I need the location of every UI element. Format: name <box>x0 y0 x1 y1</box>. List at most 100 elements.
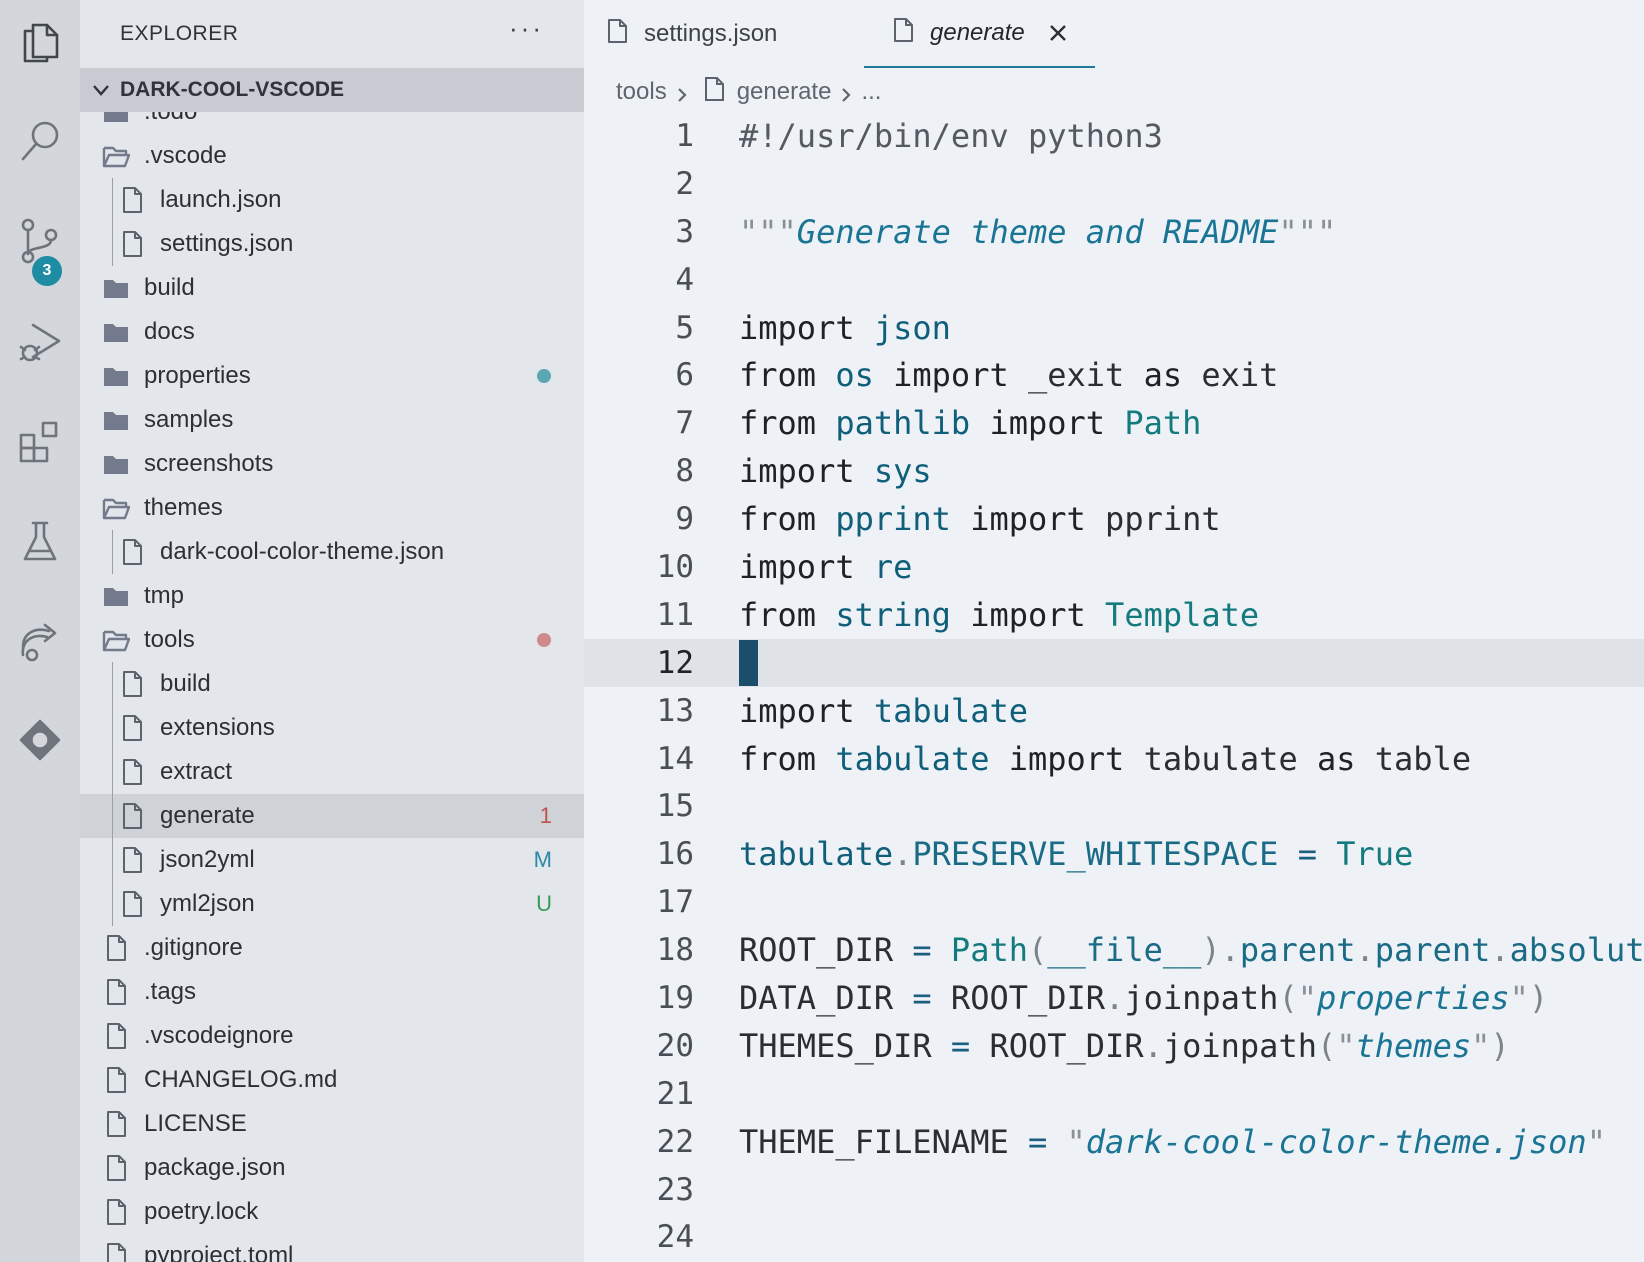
indent-guide <box>112 794 113 838</box>
code-line[interactable]: 17 <box>584 878 1644 926</box>
tree-item[interactable]: build <box>80 662 584 706</box>
line-number: 18 <box>656 932 694 969</box>
tree-item-label: properties <box>144 362 251 389</box>
tree-item[interactable]: poetry.lock <box>80 1190 584 1234</box>
tree-item[interactable]: json2yml M <box>80 838 584 882</box>
code-line[interactable]: 7 from pathlib import Path <box>584 399 1644 447</box>
code-line[interactable]: 20 THEMES_DIR = ROOT_DIR.joinpath("themes… <box>584 1022 1644 1070</box>
line-number: 24 <box>656 1219 694 1256</box>
chevron-right-icon <box>673 83 691 102</box>
tree-item[interactable]: samples <box>80 398 584 442</box>
tree-item[interactable]: settings.json <box>80 222 584 266</box>
tree-item[interactable]: build <box>80 266 584 310</box>
code-line[interactable]: 18 ROOT_DIR = Path(__file__).parent.paren… <box>584 926 1644 974</box>
file-icon <box>697 76 737 109</box>
code-line[interactable]: 23 <box>584 1166 1644 1214</box>
tree-item[interactable]: extensions <box>80 706 584 750</box>
code-line[interactable]: 19 DATA_DIR = ROOT_DIR.joinpath("properti… <box>584 974 1644 1022</box>
breadcrumb-folder[interactable]: tools <box>616 78 667 106</box>
tree-item[interactable]: dark-cool-color-theme.json <box>80 530 584 574</box>
close-icon[interactable] <box>1047 22 1069 44</box>
code-line[interactable]: 1 #!/usr/bin/env python3 <box>584 112 1644 160</box>
code-token: import <box>739 308 855 347</box>
tree-item[interactable]: generate 1 <box>80 794 584 838</box>
code-token: . <box>1143 1026 1163 1065</box>
code-line[interactable]: 10 import re <box>584 543 1644 591</box>
tab-label: settings.json <box>644 20 778 47</box>
code-token: exit <box>1182 356 1279 395</box>
tree-item[interactable]: yml2json U <box>80 882 584 926</box>
breadcrumb-more[interactable]: ... <box>861 78 881 106</box>
extensions-icon[interactable] <box>0 402 80 482</box>
tree-item[interactable]: tmp <box>80 574 584 618</box>
tree-item-label: yml2json <box>160 890 255 917</box>
code-line[interactable]: 3 """Generate theme and README""" <box>584 208 1644 256</box>
code-text: import tabulate <box>739 692 1028 730</box>
more-actions-icon[interactable]: ··· <box>509 13 544 44</box>
code-line[interactable]: 22 THEME_FILENAME = "dark-cool-color-them… <box>584 1118 1644 1166</box>
tree-item[interactable]: launch.json <box>80 178 584 222</box>
tree-item[interactable]: tools <box>80 618 584 662</box>
tree-item[interactable]: properties <box>80 354 584 398</box>
tree-item[interactable]: package.json <box>80 1146 584 1190</box>
chevron-right-icon <box>837 83 855 102</box>
tree-item[interactable]: CHANGELOG.md <box>80 1058 584 1102</box>
tree-item[interactable]: themes <box>80 486 584 530</box>
file-icon <box>118 890 146 918</box>
tree-item[interactable]: LICENSE <box>80 1102 584 1146</box>
code-line[interactable]: 14 from tabulate import tabulate as table <box>584 735 1644 783</box>
code-line[interactable]: 15 <box>584 782 1644 830</box>
remote-icon[interactable] <box>0 602 80 682</box>
indent-guide <box>112 706 113 750</box>
code-line[interactable]: 13 import tabulate <box>584 687 1644 735</box>
search-icon[interactable] <box>0 100 80 180</box>
tree-item-label: samples <box>144 406 234 433</box>
folder-icon <box>102 450 130 478</box>
line-number: 23 <box>656 1171 694 1208</box>
modified-dot <box>537 369 551 383</box>
tab-generate[interactable]: generate <box>864 0 1095 68</box>
tree-item[interactable]: pyproject.toml <box>80 1234 584 1262</box>
run-debug-icon[interactable] <box>0 302 80 382</box>
code-line[interactable]: 8 import sys <box>584 447 1644 495</box>
code-line[interactable]: 5 import json <box>584 304 1644 352</box>
gitlens-icon[interactable] <box>0 700 80 780</box>
code-line[interactable]: 11 from string import Template <box>584 591 1644 639</box>
tree-item[interactable]: .vscode <box>80 134 584 178</box>
code-line[interactable]: 4 <box>584 256 1644 304</box>
code-token: = <box>912 931 932 970</box>
indent-guide <box>112 662 113 706</box>
code-line[interactable]: 2 <box>584 160 1644 208</box>
tree-item[interactable]: docs <box>80 310 584 354</box>
tree-item[interactable]: .tags <box>80 970 584 1014</box>
file-icon <box>102 1066 130 1094</box>
code-token: . <box>1105 978 1125 1017</box>
folder-open-icon <box>102 142 130 170</box>
explorer-header: EXPLORER ··· <box>80 0 584 68</box>
code-token: __file__ <box>1047 931 1202 970</box>
code-line[interactable]: 21 <box>584 1070 1644 1118</box>
code-token: True <box>1336 835 1414 874</box>
code-line[interactable]: 24 <box>584 1213 1644 1261</box>
files-icon[interactable] <box>0 2 80 82</box>
line-number: 14 <box>656 740 694 777</box>
tree-item[interactable]: .vscodeignore <box>80 1014 584 1058</box>
code-line[interactable]: 9 from pprint import pprint <box>584 495 1644 543</box>
code-line[interactable]: 12 <box>584 638 1644 687</box>
code-line[interactable]: 6 from os import _exit as exit <box>584 351 1644 399</box>
testing-icon[interactable] <box>0 502 80 582</box>
breadcrumb-file[interactable]: generate <box>737 78 832 106</box>
code-editor[interactable]: 1 #!/usr/bin/env python3 2 3 """Generate the… <box>584 112 1644 1262</box>
code-token: from <box>739 739 817 778</box>
code-line[interactable]: 16 tabulate.PRESERVE_WHITESPACE = True <box>584 830 1644 878</box>
code-token: = <box>1027 1122 1048 1161</box>
tree-item[interactable]: .gitignore <box>80 926 584 970</box>
project-section-header[interactable]: DARK-COOL-VSCODE <box>80 68 584 112</box>
tree-item[interactable]: extract <box>80 750 584 794</box>
tab-settings-json[interactable]: settings.json <box>604 0 777 68</box>
tree-item[interactable]: screenshots <box>80 442 584 486</box>
